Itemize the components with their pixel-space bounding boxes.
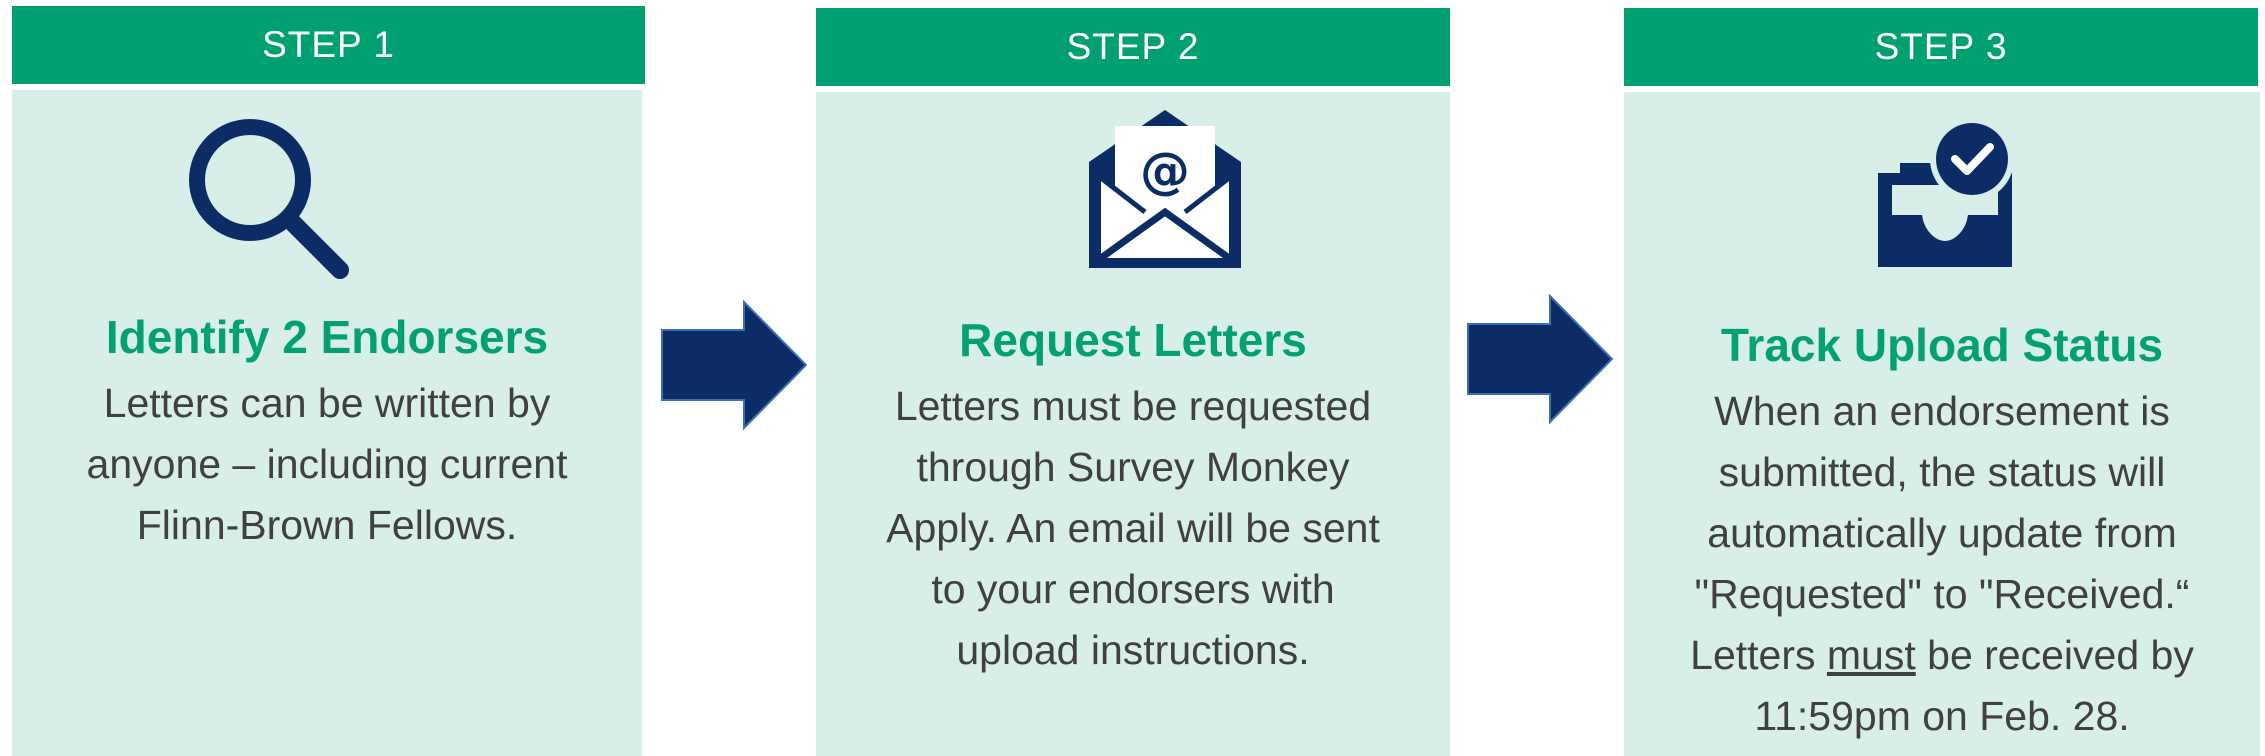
step-1-title: Identify 2 Endorsers	[105, 311, 549, 363]
step-1-body-line: Letters can be written by	[103, 380, 551, 426]
step-2-body-line: Apply. An email will be sent	[886, 505, 1380, 551]
svg-text:@: @	[1140, 142, 1190, 200]
step-2-title: Request Letters	[959, 314, 1307, 366]
step-3-header: STEP 3	[1624, 8, 2258, 86]
step-3-body: When an endorsement is submitted, the st…	[1624, 381, 2260, 747]
right-arrow-icon	[660, 299, 810, 431]
step-3-body-line-deadline-notice: Letters must be received by	[1624, 625, 2260, 686]
step-3-deadline: 11:59pm on Feb. 28.	[1754, 693, 2130, 739]
step-3-body-line: When an endorsement is	[1714, 388, 2170, 434]
step-2-body-line: through Survey Monkey	[916, 444, 1350, 490]
right-arrow-icon	[1466, 293, 1616, 425]
email-envelope-icon: @	[1085, 100, 1245, 270]
step-1-body: Letters can be written by anyone – inclu…	[12, 373, 642, 556]
step-2-header: STEP 2	[816, 8, 1450, 86]
step-3-title: Track Upload Status	[1720, 319, 2164, 371]
step-1-body-line: Flinn-Brown Fellows.	[136, 502, 518, 548]
step-2-body-line: upload instructions.	[956, 627, 1310, 673]
step-3-body-line: automatically update from	[1707, 510, 2177, 556]
deadline-suffix: be received by	[1915, 632, 2194, 678]
step-1-body-line: anyone – including current	[86, 441, 568, 487]
step-1-header: STEP 1	[12, 6, 645, 84]
must-emphasis: must	[1826, 632, 1916, 678]
step-3-body-line: "Requested" to "Received.“	[1694, 571, 2190, 617]
step-2-body-line: Letters must be requested	[894, 383, 1372, 429]
deadline-prefix: Letters	[1690, 632, 1827, 678]
step-2-body-line: to your endorsers with	[931, 566, 1335, 612]
step-3-body-line: submitted, the status will	[1718, 449, 2166, 495]
step-2-body: Letters must be requested through Survey…	[816, 376, 1450, 681]
magnifying-glass-icon	[180, 110, 355, 285]
inbox-checkmark-icon	[1870, 115, 2020, 270]
